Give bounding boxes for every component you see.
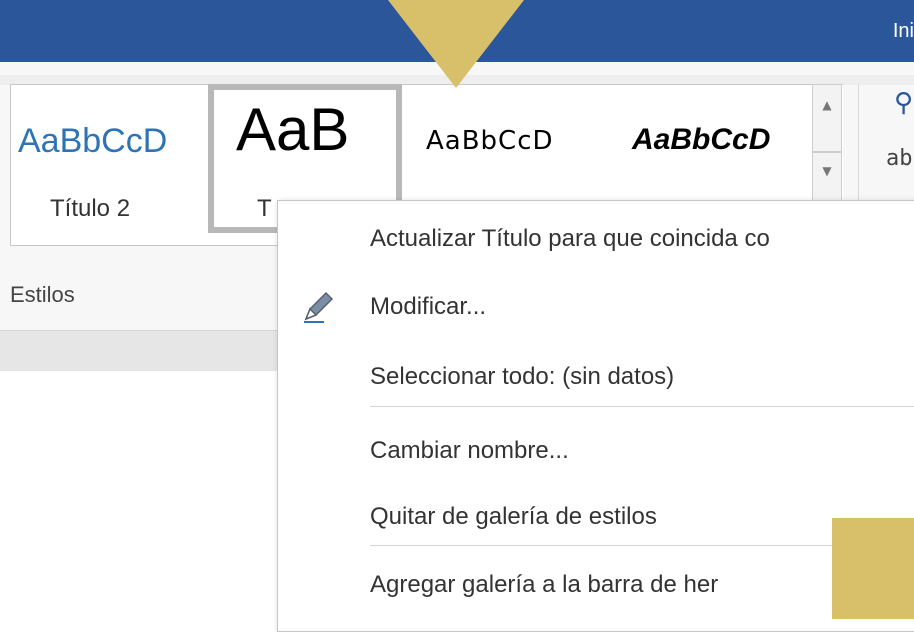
chevron-up-icon: ▲ <box>822 98 832 112</box>
style-sample-subtitulo[interactable]: AaBbCcD <box>426 126 554 156</box>
gallery-scroll-down-button[interactable]: ▼ <box>812 152 842 202</box>
replace-icon[interactable]: ab <box>886 146 913 171</box>
menu-item-quitar-galeria[interactable]: Quitar de galería de estilos <box>370 503 657 531</box>
search-icon[interactable]: ⚲ <box>894 88 913 118</box>
style-context-menu: Actualizar Título para que coincida co M… <box>277 200 914 632</box>
menu-item-modificar[interactable]: Modificar... <box>370 293 486 321</box>
pencil-icon <box>304 291 334 323</box>
tab-inicio[interactable]: Ini <box>893 20 914 43</box>
style-sample-titulo2[interactable]: AaBbCcD <box>18 122 167 161</box>
menu-item-actualizar[interactable]: Actualizar Título para que coincida co <box>370 225 770 253</box>
chevron-down-icon: ▼ <box>822 164 832 178</box>
group-label-estilos: Estilos <box>10 282 75 307</box>
highlight-arrow-marker <box>388 0 524 88</box>
menu-item-cambiar-nombre[interactable]: Cambiar nombre... <box>370 437 569 465</box>
menu-item-seleccionar-todo[interactable]: Seleccionar todo: (sin datos) <box>370 363 674 391</box>
menu-separator <box>370 406 914 407</box>
menu-item-agregar-galeria[interactable]: Agregar galería a la barra de her <box>370 571 718 599</box>
style-sample-enfasis[interactable]: AaBbCcD <box>632 123 770 157</box>
highlight-block-marker <box>832 518 914 619</box>
gallery-scroll-up-button[interactable]: ▲ <box>812 84 842 152</box>
style-name-titulo2: Título 2 <box>50 195 131 222</box>
